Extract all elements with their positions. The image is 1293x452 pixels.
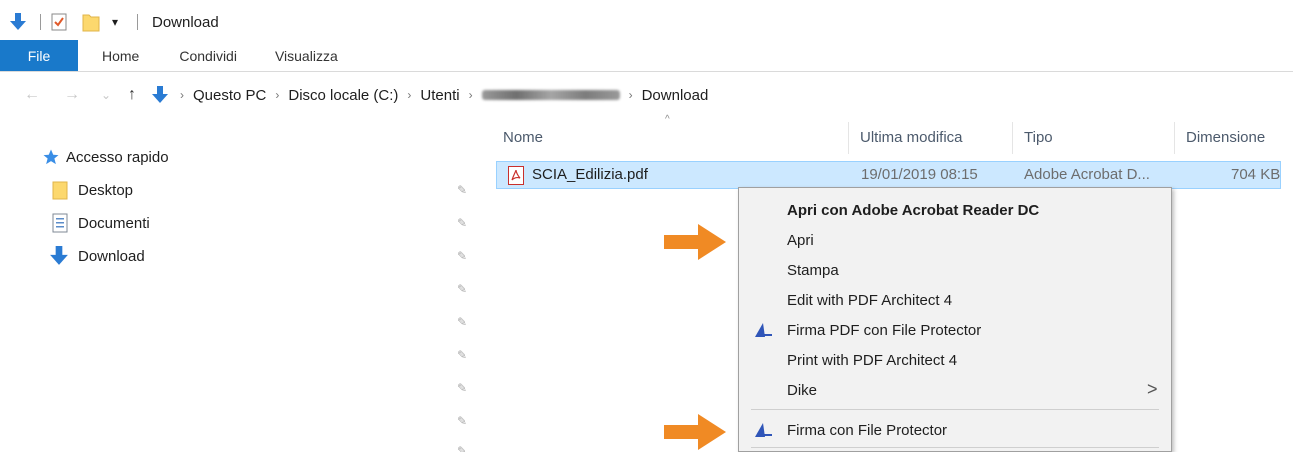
column-divider[interactable] <box>1174 122 1175 154</box>
column-header-dimensione[interactable]: Dimensione <box>1186 124 1265 150</box>
toolbar-separator <box>40 14 41 30</box>
column-header-ultima-modifica[interactable]: Ultima modifica <box>860 124 963 150</box>
pin-icon: ✎ <box>456 444 468 452</box>
file-name: SCIA_Edilizia.pdf <box>532 166 648 183</box>
context-menu: Apri con Adobe Acrobat Reader DC Apri St… <box>738 187 1172 452</box>
folder-icon <box>52 180 72 200</box>
breadcrumb-user-redacted[interactable] <box>481 90 620 100</box>
back-button[interactable]: ← <box>20 83 44 107</box>
breadcrumb-separator[interactable]: › <box>275 88 279 102</box>
tab-home[interactable]: Home <box>78 40 161 71</box>
toolbar-separator <box>137 14 138 30</box>
tab-visualizza[interactable]: Visualizza <box>259 40 360 71</box>
breadcrumb-questo-pc[interactable]: Questo PC <box>193 87 266 104</box>
address-bar[interactable]: › Questo PC › Disco locale (C:) › Utenti… <box>150 81 1290 109</box>
ribbon-tabs: File Home Condividi Visualizza <box>0 40 1293 72</box>
menu-item-apri-con-acrobat[interactable]: Apri con Adobe Acrobat Reader DC <box>739 195 1171 225</box>
star-icon <box>42 148 62 166</box>
menu-item-edit-pdf-architect[interactable]: Edit with PDF Architect 4 <box>739 285 1171 315</box>
menu-item-stampa[interactable]: Stampa <box>739 255 1171 285</box>
pin-icon: ✎ <box>456 315 468 329</box>
breadcrumb-disco-locale[interactable]: Disco locale (C:) <box>288 87 398 104</box>
navigation-pane: Accesso rapido Desktop Documenti Downloa… <box>0 118 480 452</box>
window-title: Download <box>152 13 219 31</box>
sort-caret-icon: ^ <box>665 114 670 125</box>
menu-item-print-pdf-architect[interactable]: Print with PDF Architect 4 <box>739 345 1171 375</box>
breadcrumb-separator[interactable]: › <box>469 88 473 102</box>
up-button[interactable]: ↑ <box>120 83 144 107</box>
pin-icon: ✎ <box>456 348 468 362</box>
pin-icon[interactable]: ✎ <box>455 183 469 197</box>
breadcrumb-separator[interactable]: › <box>407 88 411 102</box>
column-header-tipo[interactable]: Tipo <box>1024 124 1053 150</box>
table-row[interactable]: SCIA_Edilizia.pdf 19/01/2019 08:15 Adobe… <box>496 161 1281 189</box>
menu-separator <box>751 409 1159 410</box>
pdf-file-icon <box>508 166 524 189</box>
nav-item-documenti[interactable]: Documenti <box>52 213 150 233</box>
file-protector-icon <box>753 321 773 339</box>
tab-condividi[interactable]: Condividi <box>161 40 259 71</box>
menu-item-firma-file-protector[interactable]: Firma con File Protector <box>739 415 1171 445</box>
menu-item-dike[interactable]: Dike > <box>739 375 1171 405</box>
download-arrow-icon <box>150 85 170 105</box>
chevron-right-icon: > <box>1147 379 1158 399</box>
menu-item-firma-pdf-file-protector[interactable]: Firma PDF con File Protector <box>739 315 1171 345</box>
file-size: 704 KB <box>1231 166 1281 183</box>
breadcrumb-separator[interactable]: › <box>629 88 633 102</box>
title-bar: ▾ Download <box>0 0 1293 44</box>
properties-checklist-icon[interactable] <box>49 12 69 32</box>
tab-file[interactable]: File <box>0 40 78 71</box>
nav-item-desktop[interactable]: Desktop <box>52 180 133 200</box>
pin-icon[interactable]: ✎ <box>455 249 469 263</box>
nav-quick-access[interactable]: Accesso rapido <box>42 148 169 166</box>
orange-arrow-icon <box>664 224 726 260</box>
pin-icon: ✎ <box>456 381 468 395</box>
recent-locations-button[interactable]: ⌄ <box>94 83 118 107</box>
menu-item-apri[interactable]: Apri <box>739 225 1171 255</box>
column-header-nome[interactable]: Nome <box>503 124 543 150</box>
breadcrumb-download[interactable]: Download <box>642 87 709 104</box>
new-folder-icon[interactable] <box>81 12 101 32</box>
column-divider[interactable] <box>848 122 849 154</box>
nav-item-download[interactable]: Download <box>50 246 145 266</box>
customize-dropdown-icon[interactable]: ▾ <box>105 12 125 32</box>
breadcrumb-separator: › <box>180 88 184 102</box>
pin-icon: ✎ <box>456 414 468 428</box>
document-icon <box>52 213 72 233</box>
pin-icon: ✎ <box>456 282 468 296</box>
navigation-row: ← → ⌄ ↑ › Questo PC › Disco locale (C:) … <box>0 78 1293 112</box>
file-protector-icon <box>753 421 773 439</box>
file-modified: 19/01/2019 08:15 <box>861 166 978 183</box>
download-arrow-icon <box>50 246 72 266</box>
forward-button[interactable]: → <box>60 83 84 107</box>
orange-arrow-icon <box>664 414 726 450</box>
menu-separator <box>751 447 1159 448</box>
file-type: Adobe Acrobat D... <box>1024 166 1150 183</box>
pin-icon[interactable]: ✎ <box>455 216 469 230</box>
breadcrumb-utenti[interactable]: Utenti <box>420 87 459 104</box>
download-arrow-icon[interactable] <box>8 12 28 32</box>
column-divider[interactable] <box>1012 122 1013 154</box>
